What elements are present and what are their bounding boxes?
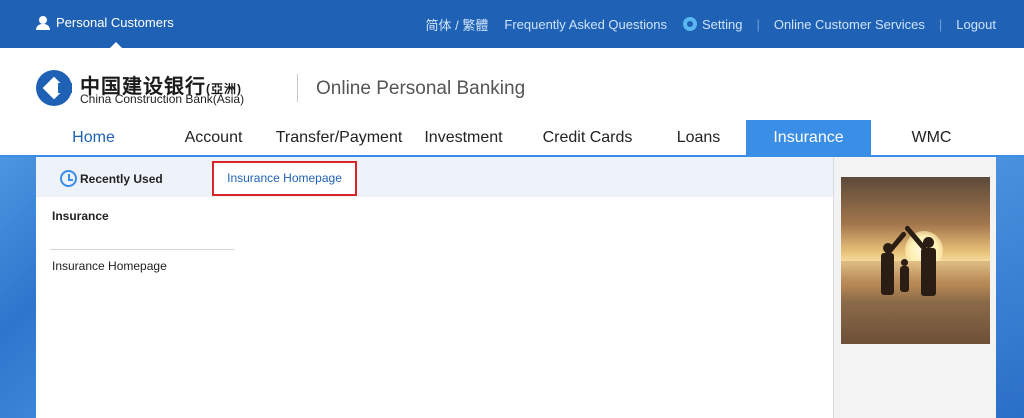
gear-icon xyxy=(682,17,697,31)
nav-tab-insurance[interactable]: Insurance xyxy=(746,120,871,156)
insurance-homepage-quick-link[interactable]: Insurance Homepage xyxy=(212,161,357,196)
nav-tab-investment[interactable]: Investment xyxy=(406,120,521,156)
background-right xyxy=(996,157,1024,418)
right-panel xyxy=(833,157,996,418)
personal-customers-link[interactable]: Personal Customers xyxy=(36,15,174,30)
main-content: Recently Used Insurance Homepage Insuran… xyxy=(36,157,833,418)
nav-tab-wmc[interactable]: WMC xyxy=(874,120,989,156)
separator: | xyxy=(938,17,943,32)
language-switch[interactable]: 简体 / 繁體 xyxy=(426,15,489,34)
logout-link[interactable]: Logout xyxy=(956,17,996,32)
sidebar-title: Insurance xyxy=(52,209,109,223)
history-icon xyxy=(60,170,77,187)
recently-used-label: Recently Used xyxy=(80,171,163,186)
site-title: Online Personal Banking xyxy=(316,78,526,99)
top-links: 简体 / 繁體 Frequently Asked Questions Setti… xyxy=(426,15,996,34)
nav-tab-credit-cards[interactable]: Credit Cards xyxy=(530,120,645,156)
family-beach-banner-image[interactable] xyxy=(841,177,990,344)
online-customer-services-link[interactable]: Online Customer Services xyxy=(774,17,925,32)
bank-logo-icon[interactable] xyxy=(36,70,72,106)
nav-tab-transfer-payment[interactable]: Transfer/Payment xyxy=(274,120,404,156)
faq-link[interactable]: Frequently Asked Questions xyxy=(504,17,667,32)
background-left xyxy=(0,157,36,418)
sidebar-item-insurance-homepage[interactable]: Insurance Homepage xyxy=(52,259,167,273)
top-bar: Personal Customers 简体 / 繁體 Frequently As… xyxy=(0,0,1024,49)
main-nav: Home Account Transfer/Payment Investment… xyxy=(36,120,996,156)
nav-tab-loans[interactable]: Loans xyxy=(641,120,756,156)
user-icon xyxy=(36,15,50,30)
recently-used[interactable]: Recently Used xyxy=(60,170,163,187)
separator: | xyxy=(756,17,760,32)
quick-access-bar: Recently Used Insurance Homepage xyxy=(36,157,833,197)
sidebar-divider xyxy=(50,249,234,250)
brand-divider xyxy=(297,74,298,102)
nav-tab-account[interactable]: Account xyxy=(156,120,271,156)
bank-name-en: China Construction Bank(Asia) xyxy=(80,92,245,106)
setting-link[interactable]: Setting xyxy=(682,17,743,32)
personal-customers-label: Personal Customers xyxy=(56,15,174,30)
setting-label: Setting xyxy=(701,17,743,32)
brand-header: 中国建设银行(亞洲) China Construction Bank(Asia)… xyxy=(0,48,1024,120)
nav-tab-home[interactable]: Home xyxy=(36,120,151,156)
